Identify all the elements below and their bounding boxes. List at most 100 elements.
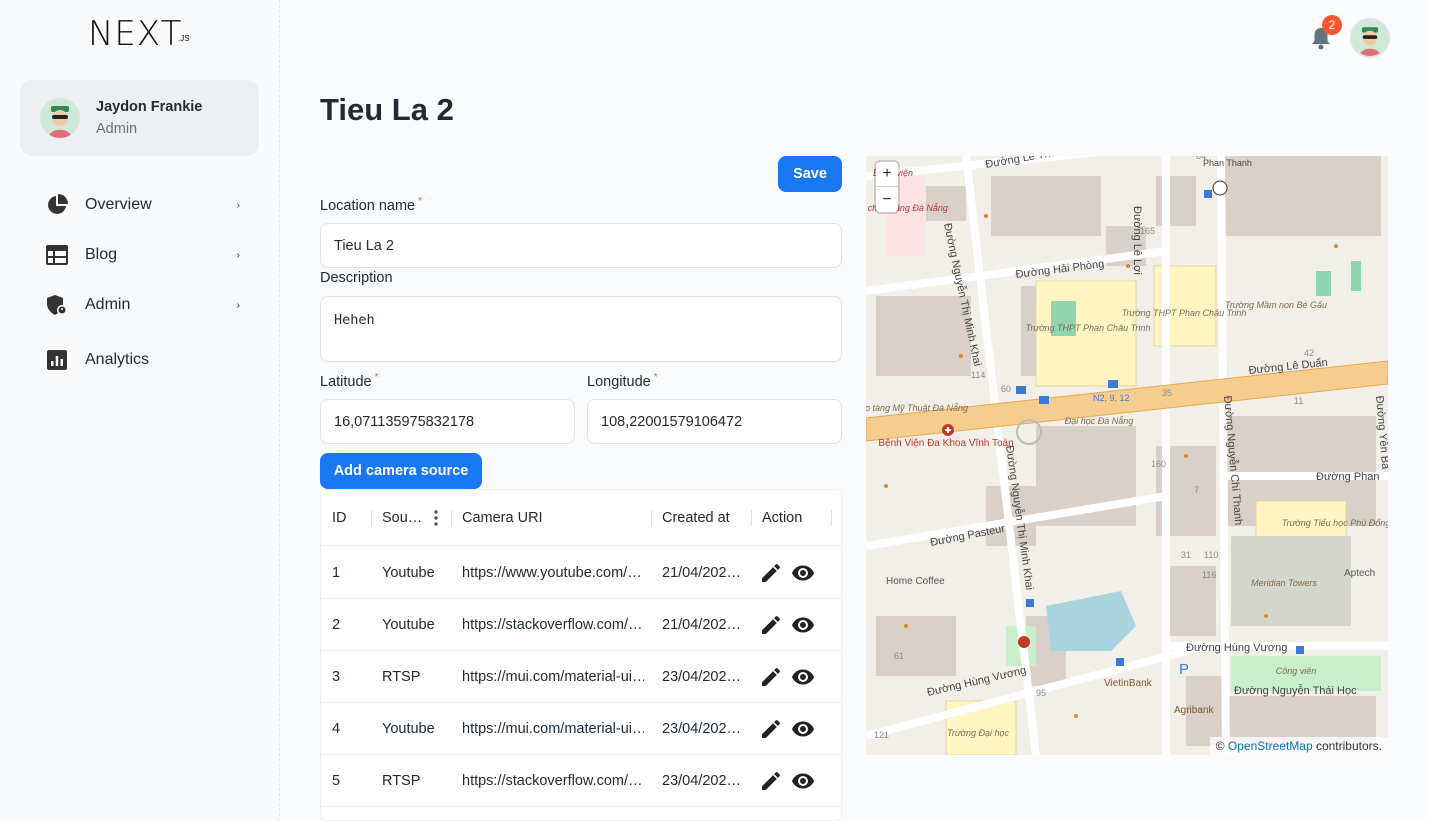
map-label: Đường Hùng Vương: [1186, 642, 1287, 654]
column-header-source[interactable]: Sou…: [382, 490, 422, 546]
map-label: Công viên: [1276, 666, 1317, 676]
sidebar-item-label: Admin: [85, 296, 131, 313]
location-name-field[interactable]: Tieu La 2: [320, 223, 842, 268]
account-name: Jaydon Frankie: [96, 99, 203, 115]
column-separator[interactable]: [651, 510, 652, 526]
bus-stop-icon[interactable]: [1026, 599, 1034, 607]
house-number: 95: [1036, 688, 1046, 698]
table-row[interactable]: 3 RTSP https://mui.com/material-ui… 23/0…: [321, 651, 841, 703]
column-separator[interactable]: [751, 510, 752, 526]
cell-uri: https://mui.com/material-ui…: [462, 669, 644, 685]
map-label: Phan Thanh: [1203, 158, 1252, 168]
cell-uri: https://stackoverflow.com/…: [462, 617, 643, 633]
bus-stop-icon[interactable]: [1108, 380, 1118, 388]
cell-source: Youtube: [382, 617, 435, 633]
column-header-created-at[interactable]: Created at: [662, 490, 730, 546]
column-separator[interactable]: [831, 510, 832, 526]
map-canvas[interactable]: Đường Lê Th Đường Hải Phòng Đường Lê Duẩ…: [866, 156, 1388, 755]
longitude-label: Longitude *: [587, 372, 658, 390]
label-text: Longitude: [587, 373, 651, 390]
table-row[interactable]: 4 Youtube https://mui.com/material-ui… 2…: [321, 703, 841, 755]
eye-icon[interactable]: [791, 769, 815, 793]
column-header-id[interactable]: ID: [332, 490, 347, 546]
avatar[interactable]: [1350, 18, 1390, 58]
bus-stop-icon[interactable]: [1116, 658, 1124, 666]
map-label: Trường Đại học: [947, 728, 1009, 738]
map-label: Trường Mầm non Bé Gấu: [1225, 300, 1327, 310]
column-header-action[interactable]: Action: [762, 490, 802, 546]
description-field[interactable]: Heheh: [320, 296, 842, 362]
eye-icon[interactable]: [791, 561, 815, 585]
map-label: Đường Lê Th: [984, 156, 1051, 171]
bus-stop-icon[interactable]: [1016, 386, 1026, 394]
hospital-icon[interactable]: [1018, 636, 1030, 648]
cell-created: 23/04/202…: [662, 773, 742, 789]
description-label: Description: [320, 270, 393, 286]
house-number: 160: [1151, 459, 1166, 469]
nextjs-logo[interactable]: NEXT .JS: [88, 14, 198, 58]
account-role: Admin: [96, 121, 138, 137]
camera-sources-table: ID Sou… Camera URI Created at Action 1 Y…: [320, 489, 842, 821]
map-label: Agribank: [1174, 705, 1214, 716]
edit-icon[interactable]: [759, 561, 783, 585]
eye-icon[interactable]: [791, 717, 815, 741]
shield-icon: [44, 292, 70, 318]
analytics-icon: [44, 347, 70, 373]
zoom-control[interactable]: + −: [876, 162, 898, 212]
table-row[interactable]: 2 Youtube https://stackoverflow.com/… 21…: [321, 599, 841, 651]
poi-dot: [1074, 714, 1078, 718]
openstreetmap-link[interactable]: OpenStreetMap: [1228, 739, 1313, 753]
sidebar-item-admin[interactable]: Admin ›: [44, 285, 254, 325]
cell-id: 5: [332, 773, 341, 789]
poi-dot: [904, 624, 908, 628]
sidebar-item-analytics[interactable]: Analytics: [44, 340, 254, 380]
map-label: Trường THPT Phan Châu Trinh: [1026, 323, 1151, 333]
eye-icon[interactable]: [791, 613, 815, 637]
map-label: Trường Tiểu học Phù Đổng: [1282, 518, 1388, 528]
edit-icon[interactable]: [759, 665, 783, 689]
map-label: Aptech: [1344, 568, 1375, 579]
map-label: Đường Phan: [1316, 471, 1380, 483]
bus-stop-icon[interactable]: [1039, 396, 1049, 404]
sidebar-item-overview[interactable]: Overview ›: [44, 185, 254, 225]
latitude-field[interactable]: 16,071135975832178: [320, 399, 575, 444]
required-mark: *: [653, 372, 658, 383]
sidebar: NEXT .JS Jaydon Frankie Admin Overview ›…: [0, 0, 280, 821]
table-row[interactable]: 1 Youtube https://www.youtube.com/… 21/0…: [321, 547, 841, 599]
zoom-out-button[interactable]: −: [876, 187, 898, 212]
zoom-in-button[interactable]: +: [876, 162, 898, 187]
cell-uri: https://mui.com/material-ui…: [462, 721, 644, 737]
table-row[interactable]: 5 RTSP https://stackoverflow.com/… 23/04…: [321, 755, 841, 807]
blog-icon: [44, 242, 70, 268]
poi-dot: [1126, 264, 1130, 268]
add-camera-source-button[interactable]: Add camera source: [320, 453, 482, 489]
save-button[interactable]: Save: [778, 156, 842, 192]
house-number: 60: [1001, 384, 1011, 394]
column-menu-icon[interactable]: [429, 490, 443, 546]
column-separator[interactable]: [451, 510, 452, 526]
cell-id: 2: [332, 617, 341, 633]
map-label: VietinBank: [1104, 678, 1153, 689]
longitude-field[interactable]: 108,22001579106472: [587, 399, 842, 444]
account-card[interactable]: Jaydon Frankie Admin: [20, 80, 259, 156]
house-number: 116: [1202, 570, 1216, 580]
map[interactable]: Đường Lê Th Đường Hải Phòng Đường Lê Duẩ…: [866, 156, 1388, 755]
map-label: Home Coffee: [886, 576, 945, 587]
edit-icon[interactable]: [759, 769, 783, 793]
edit-icon[interactable]: [759, 717, 783, 741]
notification-badge: 2: [1322, 15, 1342, 35]
column-header-camera-uri[interactable]: Camera URI: [462, 490, 543, 546]
poi-dot: [884, 484, 888, 488]
house-number: 7: [1194, 485, 1199, 495]
column-separator[interactable]: [371, 510, 372, 526]
bus-stop-icon[interactable]: [1204, 190, 1212, 198]
bus-stop-icon[interactable]: [1296, 646, 1304, 654]
house-number: 35: [1162, 388, 1172, 398]
logo-sub: .JS: [178, 34, 190, 43]
info-icon[interactable]: [1212, 180, 1228, 196]
sidebar-item-blog[interactable]: Blog ›: [44, 235, 254, 275]
cell-created: 21/04/202…: [662, 565, 742, 581]
edit-icon[interactable]: [759, 613, 783, 637]
eye-icon[interactable]: [791, 665, 815, 689]
table-header: ID Sou… Camera URI Created at Action: [321, 490, 841, 546]
